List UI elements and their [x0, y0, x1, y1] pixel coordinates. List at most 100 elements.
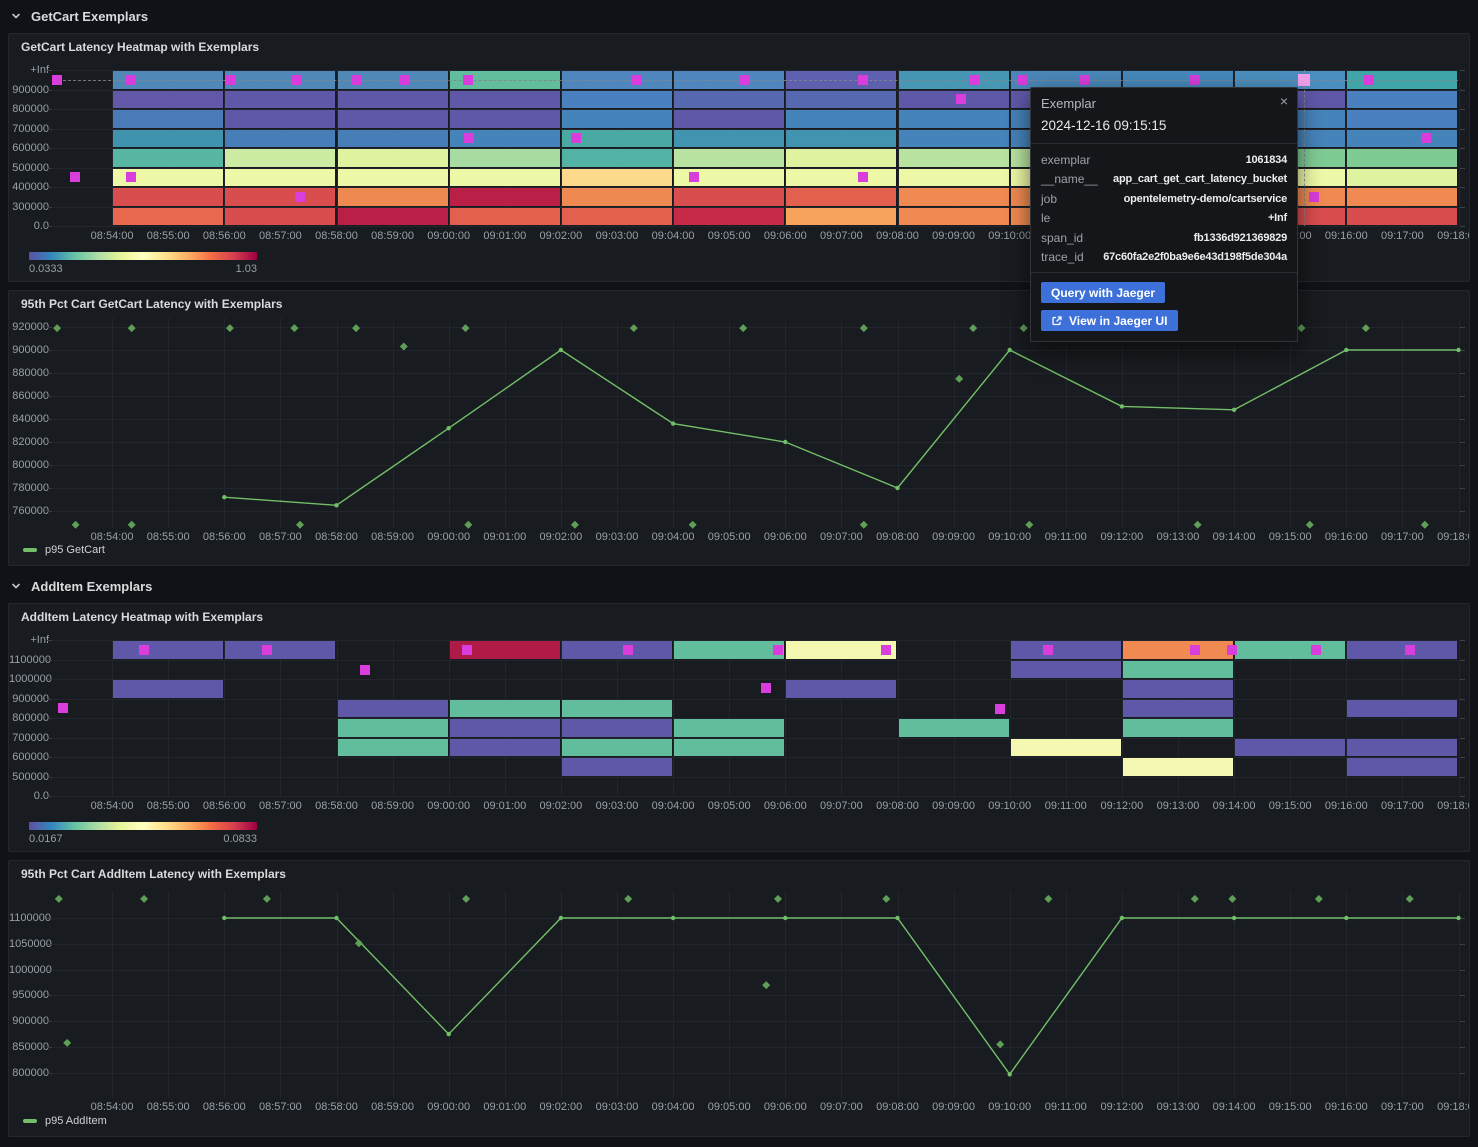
- heatmap-cell[interactable]: [562, 149, 672, 167]
- heatmap-cell[interactable]: [1347, 188, 1457, 206]
- exemplar-marker[interactable]: [689, 172, 699, 182]
- heatmap-cell[interactable]: [225, 169, 335, 187]
- exemplar-marker[interactable]: [623, 645, 633, 655]
- panel-title[interactable]: AddItem Latency Heatmap with Exemplars: [21, 610, 263, 624]
- exemplar-marker[interactable]: [631, 75, 641, 85]
- heatmap-cell[interactable]: [1347, 208, 1457, 226]
- exemplar-diamond-marker[interactable]: [996, 1040, 1004, 1048]
- series-point[interactable]: [1456, 348, 1460, 352]
- series-point[interactable]: [1456, 916, 1460, 920]
- heatmap-cell[interactable]: [674, 719, 784, 737]
- exemplar-diamond-marker[interactable]: [296, 521, 304, 529]
- heatmap-cell[interactable]: [786, 91, 896, 109]
- heatmap-cell[interactable]: [225, 91, 335, 109]
- exemplar-marker[interactable]: [881, 645, 891, 655]
- exemplar-diamond-marker[interactable]: [774, 895, 782, 903]
- series-point[interactable]: [895, 486, 899, 490]
- heatmap-cell[interactable]: [225, 641, 335, 659]
- series-point[interactable]: [1008, 1072, 1012, 1076]
- heatmap-cell[interactable]: [338, 169, 448, 187]
- exemplar-diamond-marker[interactable]: [140, 895, 148, 903]
- exemplar-marker[interactable]: [995, 704, 1005, 714]
- heatmap-cell[interactable]: [450, 700, 560, 718]
- exemplar-diamond-marker[interactable]: [226, 324, 234, 332]
- heatmap-cell[interactable]: [450, 110, 560, 128]
- series-point[interactable]: [671, 916, 675, 920]
- exemplar-marker[interactable]: [295, 192, 305, 202]
- heatmap-cell[interactable]: [562, 700, 672, 718]
- heatmap-cell[interactable]: [562, 188, 672, 206]
- heatmap-cell[interactable]: [1347, 169, 1457, 187]
- heatmap-cell[interactable]: [1347, 110, 1457, 128]
- heatmap-cell[interactable]: [674, 130, 784, 148]
- heatmap-cell[interactable]: [450, 169, 560, 187]
- exemplar-diamond-marker[interactable]: [1194, 521, 1202, 529]
- exemplar-diamond-marker[interactable]: [462, 895, 470, 903]
- heatmap-cell[interactable]: [1235, 739, 1345, 757]
- exemplar-marker[interactable]: [126, 172, 136, 182]
- heatmap-cell[interactable]: [562, 719, 672, 737]
- series-point[interactable]: [559, 916, 563, 920]
- heatmap-cell[interactable]: [562, 739, 672, 757]
- heatmap-cell[interactable]: [674, 739, 784, 757]
- heatmap-cell[interactable]: [1123, 661, 1233, 679]
- heatmap-cell[interactable]: [113, 208, 223, 226]
- exemplar-marker[interactable]: [858, 75, 868, 85]
- exemplar-marker[interactable]: [773, 645, 783, 655]
- exemplar-marker[interactable]: [58, 703, 68, 713]
- series-point[interactable]: [334, 916, 338, 920]
- heatmap-cell[interactable]: [1011, 661, 1121, 679]
- exemplar-diamond-marker[interactable]: [128, 324, 136, 332]
- heatmap-cell[interactable]: [338, 149, 448, 167]
- heatmap-cell[interactable]: [562, 110, 672, 128]
- heatmap-cell[interactable]: [225, 188, 335, 206]
- series-point[interactable]: [222, 495, 226, 499]
- heatmap-cell[interactable]: [113, 680, 223, 698]
- exemplar-diamond-marker[interactable]: [1406, 895, 1414, 903]
- heatmap-cell[interactable]: [1235, 641, 1345, 659]
- exemplar-diamond-marker[interactable]: [263, 895, 271, 903]
- heatmap-cell[interactable]: [1347, 149, 1457, 167]
- exemplar-marker[interactable]: [464, 133, 474, 143]
- exemplar-marker[interactable]: [262, 645, 272, 655]
- series-point[interactable]: [783, 916, 787, 920]
- heatmap-cell[interactable]: [338, 700, 448, 718]
- exemplar-marker[interactable]: [1405, 645, 1415, 655]
- exemplar-diamond-marker[interactable]: [1421, 521, 1429, 529]
- series-point[interactable]: [1344, 348, 1348, 352]
- heatmap-cell[interactable]: [674, 149, 784, 167]
- series-point[interactable]: [1008, 348, 1012, 352]
- exemplar-diamond-marker[interactable]: [969, 324, 977, 332]
- exemplar-diamond-marker[interactable]: [1228, 895, 1236, 903]
- heatmap-cell[interactable]: [1123, 700, 1233, 718]
- series-point[interactable]: [1120, 404, 1124, 408]
- exemplar-diamond-marker[interactable]: [739, 324, 747, 332]
- heatmap-cell[interactable]: [562, 91, 672, 109]
- heatmap-cell[interactable]: [1123, 758, 1233, 776]
- exemplar-diamond-marker[interactable]: [464, 521, 472, 529]
- series-point[interactable]: [783, 440, 787, 444]
- heatmap-cell[interactable]: [899, 169, 1009, 187]
- heatmap-cell[interactable]: [562, 758, 672, 776]
- exemplar-diamond-marker[interactable]: [624, 895, 632, 903]
- exemplar-diamond-marker[interactable]: [689, 521, 697, 529]
- heatmap-cell[interactable]: [113, 91, 223, 109]
- heatmap-cell[interactable]: [786, 149, 896, 167]
- exemplar-diamond-marker[interactable]: [882, 895, 890, 903]
- exemplar-diamond-marker[interactable]: [352, 324, 360, 332]
- exemplar-diamond-marker[interactable]: [1306, 521, 1314, 529]
- heatmap-cell[interactable]: [674, 641, 784, 659]
- heatmap-cell[interactable]: [899, 130, 1009, 148]
- heatmap-cell[interactable]: [338, 110, 448, 128]
- exemplar-diamond-marker[interactable]: [1044, 895, 1052, 903]
- series-point[interactable]: [447, 1032, 451, 1036]
- exemplar-marker[interactable]: [226, 75, 236, 85]
- exemplar-diamond-marker[interactable]: [955, 375, 963, 383]
- exemplar-marker[interactable]: [969, 75, 979, 85]
- exemplar-diamond-marker[interactable]: [571, 521, 579, 529]
- heatmap-cell[interactable]: [562, 641, 672, 659]
- heatmap-cell[interactable]: [450, 149, 560, 167]
- section-header-getcart[interactable]: GetCart Exemplars: [10, 6, 148, 26]
- heatmap-cell[interactable]: [450, 188, 560, 206]
- view-in-jaeger-ui-button[interactable]: View in Jaeger UI: [1041, 310, 1178, 331]
